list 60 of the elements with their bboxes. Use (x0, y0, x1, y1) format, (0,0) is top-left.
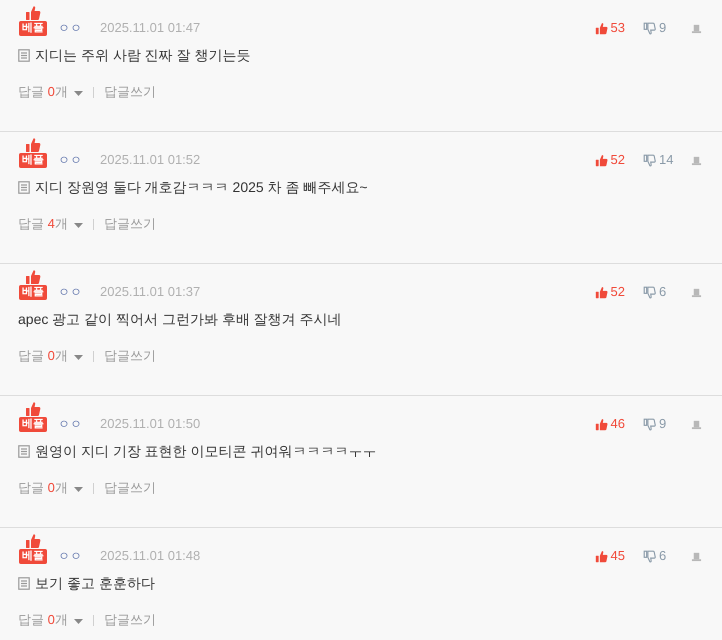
caret-icon (74, 618, 83, 624)
dislike-button[interactable]: 6 (643, 284, 685, 300)
like-button[interactable]: 45 (594, 548, 625, 564)
like-button[interactable]: 46 (594, 416, 625, 432)
caret-icon (74, 486, 83, 492)
like-icon (594, 22, 608, 34)
comment-date: 2025.11.01 01:48 (100, 548, 200, 564)
author-name[interactable]: ㅇㅇ (58, 284, 82, 300)
author-name[interactable]: ㅇㅇ (58, 20, 82, 36)
thumbs-up-icon (25, 137, 41, 153)
comment-text: 원영이 지디 기장 표현한 이모티콘 귀여워ㅋㅋㅋㅋㅜㅜ (35, 442, 376, 460)
dislike-button[interactable]: 14 (643, 152, 685, 168)
write-reply-link[interactable]: 답글쓰기 (104, 610, 156, 630)
best-badge: 베플 (19, 153, 47, 168)
thumbs-up-icon (25, 5, 41, 21)
thumbs-up-icon (25, 401, 41, 417)
thumbs-down-icon (643, 550, 656, 562)
dislike-button[interactable]: 9 (643, 416, 685, 432)
thumbs-down-icon (643, 418, 656, 430)
thumbs-up-icon (25, 269, 41, 285)
reply-toggle[interactable]: 답글 0개 (18, 346, 83, 366)
caret-icon (74, 222, 83, 228)
thumbs-down-icon (643, 154, 656, 166)
reply-toggle[interactable]: 답글 4개 (18, 214, 83, 234)
reply-toggle[interactable]: 답글 0개 (18, 82, 83, 102)
thumbs-down-icon (643, 286, 656, 298)
comment-date: 2025.11.01 01:50 (100, 416, 200, 432)
author-name[interactable]: ㅇㅇ (58, 152, 82, 168)
comment-text: 지디 장원영 둘다 개호감ㅋㅋㅋ 2025 차 좀 빼주세요~ (35, 178, 368, 196)
thumbs-down-icon (643, 22, 656, 34)
write-reply-link[interactable]: 답글쓰기 (104, 214, 156, 234)
caret-icon (74, 354, 83, 360)
comment-date: 2025.11.01 01:52 (100, 152, 200, 168)
reply-toggle[interactable]: 답글 0개 (18, 610, 83, 630)
comment-date: 2025.11.01 01:37 (100, 284, 200, 300)
comment-text: 보기 좋고 훈훈하다 (35, 574, 155, 592)
comment-text: apec 광고 같이 찍어서 그런가봐 후배 잘챙겨 주시네 (18, 310, 342, 329)
like-icon (594, 550, 608, 562)
author-name[interactable]: ㅇㅇ (58, 548, 82, 564)
best-badge: 베플 (19, 549, 47, 564)
like-button[interactable]: 53 (594, 20, 625, 36)
dislike-button[interactable]: 6 (643, 548, 685, 564)
comment-date: 2025.11.01 01:47 (100, 20, 200, 36)
like-icon (594, 154, 608, 166)
best-badge: 베플 (19, 21, 47, 36)
reply-toggle[interactable]: 답글 0개 (18, 478, 83, 498)
best-badge: 베플 (19, 417, 47, 432)
like-button[interactable]: 52 (594, 152, 625, 168)
dislike-button[interactable]: 9 (643, 20, 685, 36)
comment-text: 지디는 주위 사람 진짜 잘 챙기는듯 (35, 46, 250, 64)
author-name[interactable]: ㅇㅇ (58, 416, 82, 432)
write-reply-link[interactable]: 답글쓰기 (104, 478, 156, 498)
write-reply-link[interactable]: 답글쓰기 (104, 82, 156, 102)
write-reply-link[interactable]: 답글쓰기 (104, 346, 156, 366)
thumbs-up-icon (25, 533, 41, 549)
like-button[interactable]: 52 (594, 284, 625, 300)
caret-icon (74, 90, 83, 96)
like-icon (594, 286, 608, 298)
like-icon (594, 418, 608, 430)
best-badge: 베플 (19, 285, 47, 300)
